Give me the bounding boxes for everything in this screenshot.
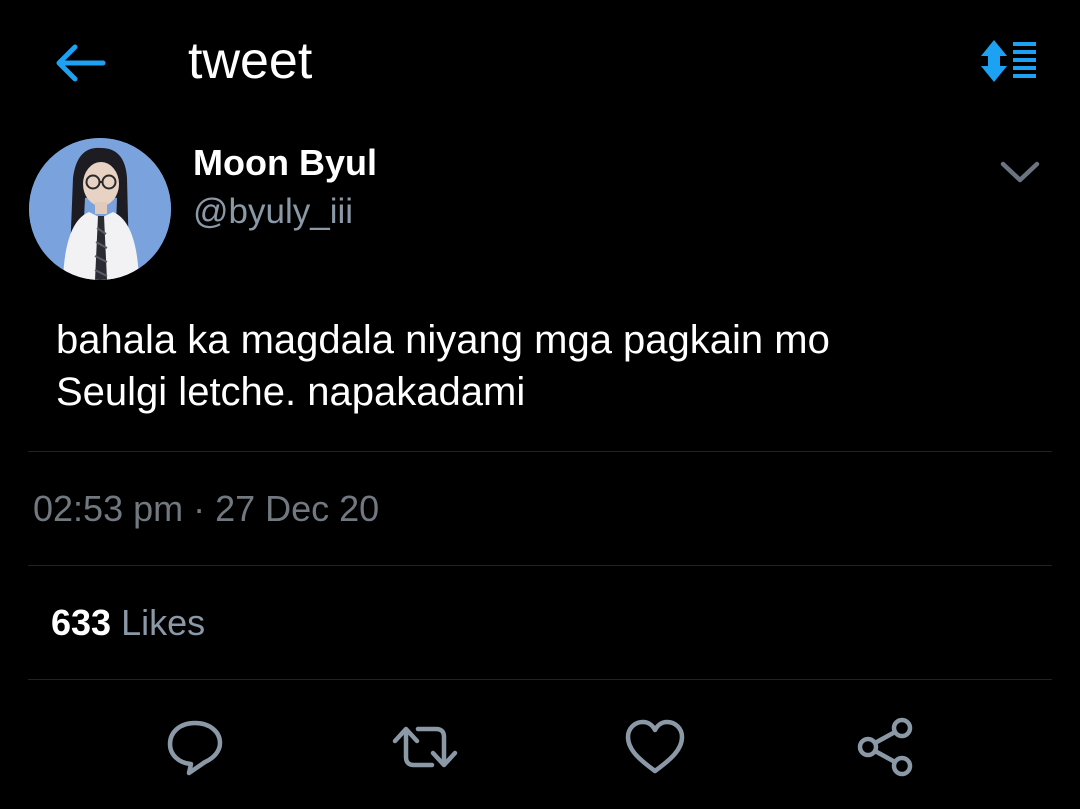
sort-button[interactable]	[978, 38, 1038, 84]
tweet-text-line: Seulgi letche. napakadami	[56, 370, 526, 414]
author-display-name[interactable]: Moon Byul	[193, 141, 377, 185]
share-icon	[857, 717, 913, 777]
reply-button[interactable]	[162, 714, 228, 780]
tweet-text: bahala ka magdala niyang mga pagkain mo …	[56, 314, 1036, 418]
tweet-text-line: bahala ka magdala niyang mga pagkain mo	[56, 318, 830, 362]
likes-count: 633	[51, 602, 112, 643]
page-title: tweet	[188, 32, 313, 90]
speech-bubble-icon	[167, 720, 223, 776]
chevron-down-icon	[1000, 161, 1040, 183]
tweet-menu-button[interactable]	[996, 150, 1044, 194]
author-handle[interactable]: @byuly_iii	[193, 190, 353, 234]
heart-icon	[625, 719, 685, 774]
retweet-button[interactable]	[392, 714, 458, 780]
back-button[interactable]	[52, 38, 108, 88]
author-avatar[interactable]	[29, 138, 171, 280]
top-app-bar: tweet	[0, 0, 1080, 120]
like-button[interactable]	[622, 714, 688, 780]
retweet-icon	[392, 726, 458, 768]
divider	[28, 565, 1052, 566]
tweet-timestamp: 02:53 pm · 27 Dec 20	[33, 488, 380, 529]
likes-stat[interactable]: 633 Likes	[51, 600, 205, 646]
divider	[28, 451, 1052, 452]
sort-list-icon	[981, 40, 1036, 82]
arrow-left-icon	[56, 44, 106, 82]
user-avatar	[29, 138, 171, 280]
likes-label: Likes	[121, 602, 206, 643]
divider	[28, 679, 1052, 680]
share-button[interactable]	[852, 714, 918, 780]
